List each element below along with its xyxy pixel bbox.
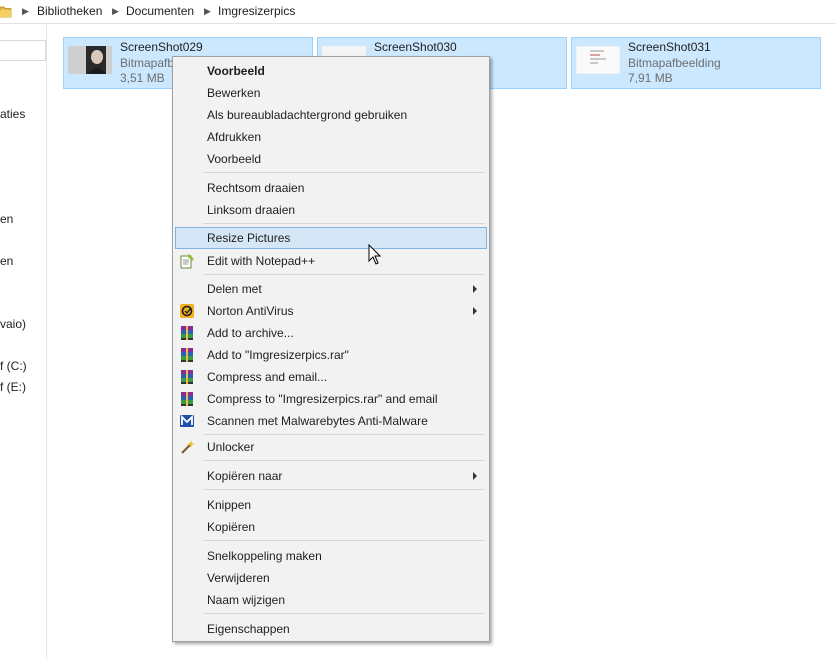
navigation-pane: aties en en vaio) f (C:) f (E:) <box>0 25 47 659</box>
menu-item-label: Voorbeeld <box>207 152 262 166</box>
file-tile-screenshot031[interactable]: ScreenShot031 Bitmapafbeelding 7,91 MB <box>571 37 821 89</box>
menu-item-label: Linksom draaien <box>207 203 296 217</box>
menu-item-add-to-rar[interactable]: Add to "Imgresizerpics.rar" <box>175 344 487 366</box>
breadcrumb-documenten[interactable]: Documenten <box>126 4 194 18</box>
menu-item-label: Bewerken <box>207 86 261 100</box>
norton-antivirus-icon <box>180 304 194 318</box>
menu-item-label: Resize Pictures <box>207 231 291 245</box>
menu-item-unlocker[interactable]: Unlocker <box>175 436 487 458</box>
menu-item-label: Eigenschappen <box>207 622 290 636</box>
file-size: 7,91 MB <box>628 71 673 85</box>
menu-item-afdrukken[interactable]: Afdrukken <box>175 126 487 148</box>
menu-item-label: Compress and email... <box>207 370 328 384</box>
menu-item-label: Rechtsom draaien <box>207 181 305 195</box>
menu-item-resize-pictures[interactable]: Resize Pictures <box>175 227 487 249</box>
menu-item-voorbeeld-default[interactable]: Voorbeeld <box>175 60 487 82</box>
breadcrumb-imgresizerpics[interactable]: Imgresizerpics <box>218 4 295 18</box>
menu-item-label: Kopiëren <box>207 520 256 534</box>
menu-item-label: Naam wijzigen <box>207 593 286 607</box>
menu-item-rotate-right[interactable]: Rechtsom draaien <box>175 177 487 199</box>
menu-item-label: Voorbeeld <box>207 64 265 78</box>
menu-item-label: Norton AntiVirus <box>207 304 294 318</box>
nav-item-drive-e[interactable]: f (E:) <box>0 380 26 394</box>
file-name: ScreenShot029 <box>120 40 203 54</box>
nav-item-en-1[interactable]: en <box>0 212 13 226</box>
folder-icon <box>0 6 12 18</box>
menu-item-verwijderen[interactable]: Verwijderen <box>175 567 487 589</box>
file-name: ScreenShot030 <box>374 40 457 54</box>
nav-item-en-2[interactable]: en <box>0 254 13 268</box>
address-bar[interactable]: ▶ Bibliotheken ▶ Documenten ▶ Imgresizer… <box>0 0 836 24</box>
menu-item-compress-to-rar-and-email[interactable]: Compress to "Imgresizerpics.rar" and ema… <box>175 388 487 410</box>
menu-item-norton-antivirus[interactable]: Norton AntiVirus <box>175 300 487 322</box>
menu-item-label: Delen met <box>207 282 262 296</box>
chevron-right-icon[interactable]: ▶ <box>112 6 119 17</box>
menu-item-knippen[interactable]: Knippen <box>175 494 487 516</box>
file-type: Bitmapafb <box>120 56 175 70</box>
menu-item-kopieren[interactable]: Kopiëren <box>175 516 487 538</box>
file-size: 3,51 MB <box>120 71 165 85</box>
menu-separator <box>203 274 485 275</box>
chevron-right-icon[interactable]: ▶ <box>22 6 29 17</box>
mouse-pointer-icon <box>368 244 382 265</box>
submenu-arrow-icon <box>473 307 477 315</box>
submenu-arrow-icon <box>473 285 477 293</box>
menu-item-label: Compress to "Imgresizerpics.rar" and ema… <box>207 392 438 406</box>
submenu-arrow-icon <box>473 472 477 480</box>
menu-item-label: Add to "Imgresizerpics.rar" <box>207 348 349 362</box>
menu-item-label: Afdrukken <box>207 130 262 144</box>
menu-item-set-wallpaper[interactable]: Als bureaubladachtergrond gebruiken <box>175 104 487 126</box>
menu-separator <box>203 460 485 461</box>
menu-item-edit-notepad-plus-plus[interactable]: Edit with Notepad++ <box>175 250 487 272</box>
menu-separator <box>203 172 485 173</box>
menu-item-label: Edit with Notepad++ <box>207 254 316 268</box>
menu-item-bewerken[interactable]: Bewerken <box>175 82 487 104</box>
nav-item-drive-c[interactable]: f (C:) <box>0 359 27 373</box>
malwarebytes-icon <box>180 414 194 427</box>
winrar-icon <box>181 326 193 340</box>
winrar-icon <box>181 370 193 384</box>
menu-item-label: Verwijderen <box>207 571 270 585</box>
notepad-plus-plus-icon <box>180 254 194 269</box>
file-name: ScreenShot031 <box>628 40 711 54</box>
menu-item-add-to-archive[interactable]: Add to archive... <box>175 322 487 344</box>
file-type: Bitmapafbeelding <box>628 56 721 70</box>
breadcrumb-bibliotheken[interactable]: Bibliotheken <box>37 4 102 18</box>
menu-item-naam-wijzigen[interactable]: Naam wijzigen <box>175 589 487 611</box>
context-menu: Voorbeeld Bewerken Als bureaubladachterg… <box>172 56 490 642</box>
menu-item-label: Als bureaubladachtergrond gebruiken <box>207 108 408 122</box>
menu-item-eigenschappen[interactable]: Eigenschappen <box>175 618 487 640</box>
menu-item-voorbeeld[interactable]: Voorbeeld <box>175 148 487 170</box>
menu-separator <box>203 489 485 490</box>
menu-item-kopieren-naar[interactable]: Kopiëren naar <box>175 465 487 487</box>
image-thumbnail <box>68 46 112 74</box>
menu-separator <box>203 434 485 435</box>
menu-item-label: Unlocker <box>207 440 255 454</box>
image-thumbnail <box>576 46 620 74</box>
winrar-icon <box>181 392 193 406</box>
nav-item-aties[interactable]: aties <box>0 107 25 121</box>
menu-item-rotate-left[interactable]: Linksom draaien <box>175 199 487 221</box>
nav-item-vaio[interactable]: vaio) <box>0 317 26 331</box>
menu-item-compress-and-email[interactable]: Compress and email... <box>175 366 487 388</box>
menu-separator <box>203 540 485 541</box>
unlocker-wand-icon <box>181 440 195 454</box>
menu-separator <box>203 613 485 614</box>
menu-item-label: Knippen <box>207 498 252 512</box>
winrar-icon <box>181 348 193 362</box>
menu-item-label: Scannen met Malwarebytes Anti-Malware <box>207 414 428 428</box>
menu-item-malwarebytes-scan[interactable]: Scannen met Malwarebytes Anti-Malware <box>175 410 487 432</box>
menu-item-snelkoppeling-maken[interactable]: Snelkoppeling maken <box>175 545 487 567</box>
nav-search-box[interactable] <box>0 40 46 61</box>
menu-item-label: Add to archive... <box>207 326 294 340</box>
menu-item-label: Kopiëren naar <box>207 469 283 483</box>
menu-item-delen-met[interactable]: Delen met <box>175 278 487 300</box>
menu-separator <box>203 223 485 224</box>
menu-item-label: Snelkoppeling maken <box>207 549 322 563</box>
chevron-right-icon[interactable]: ▶ <box>204 6 211 17</box>
